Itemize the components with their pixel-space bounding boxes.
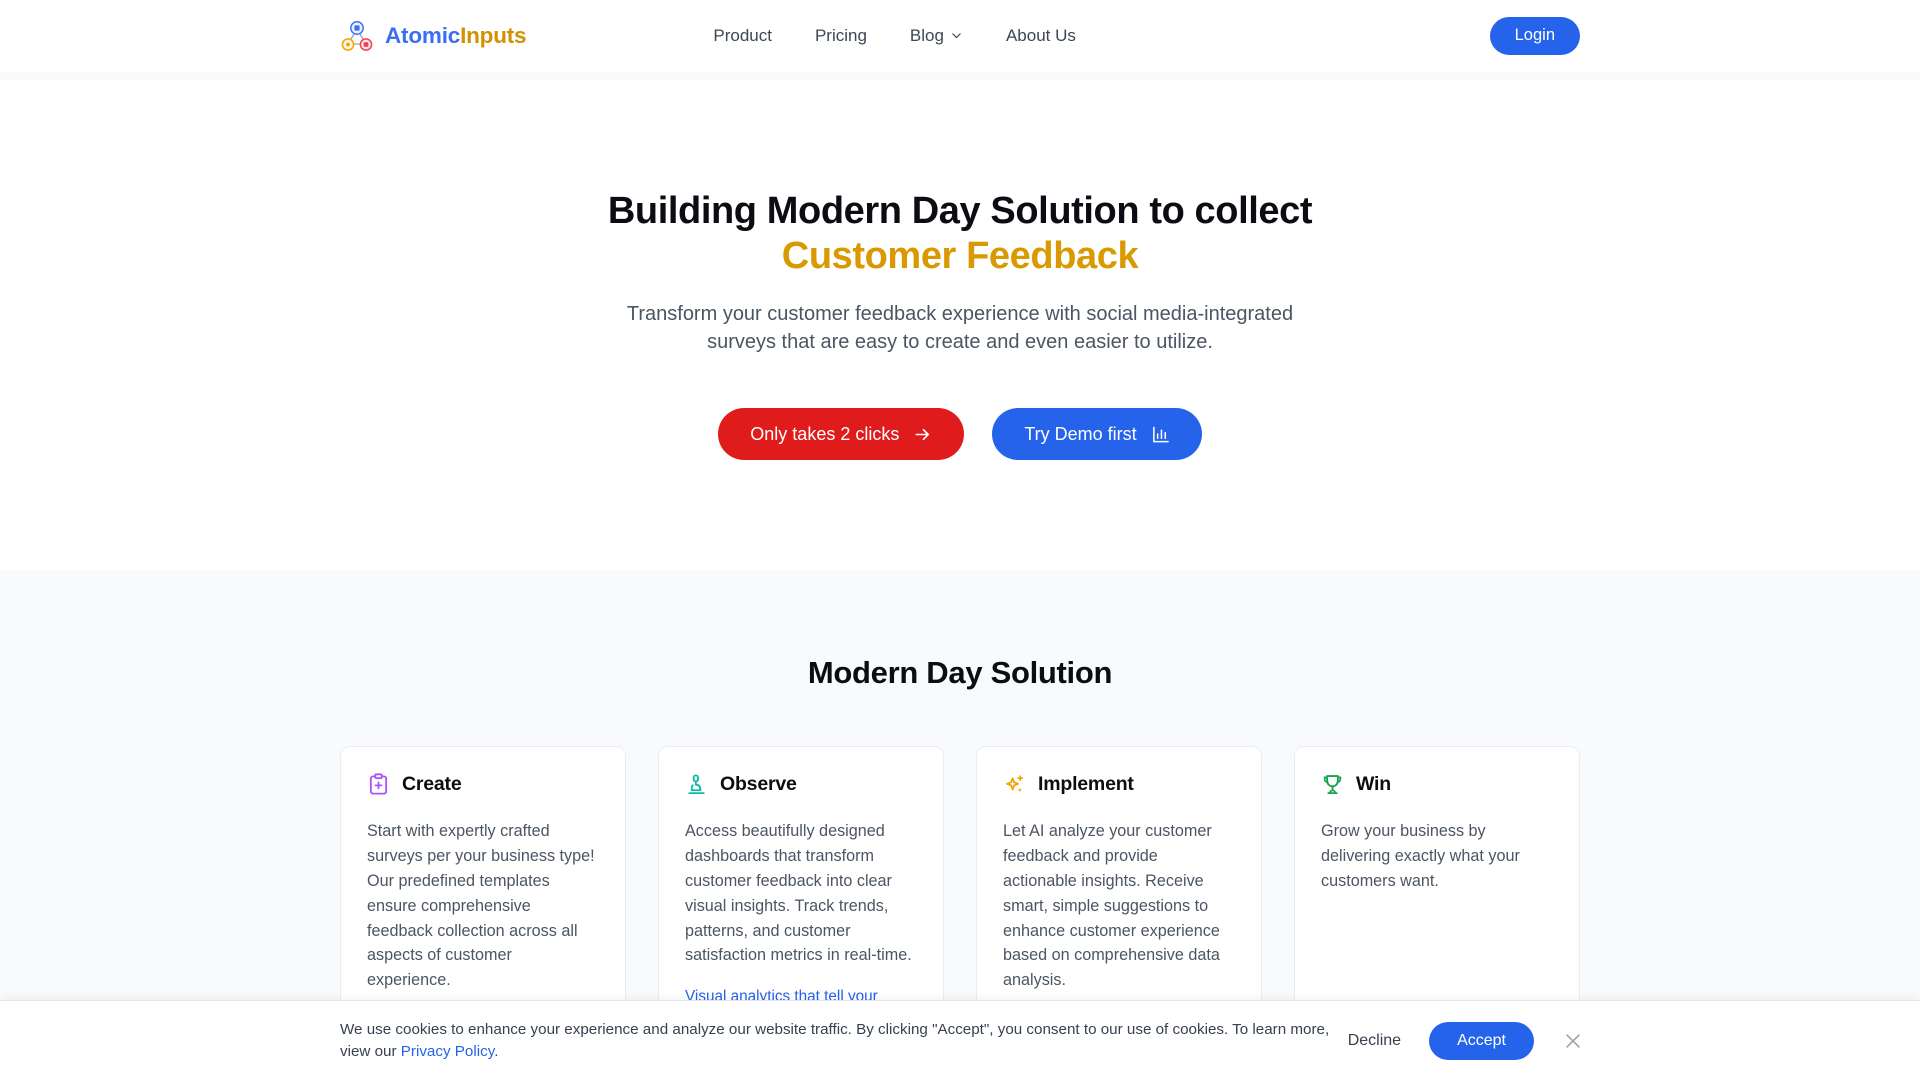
feature-card-implement-title: Implement bbox=[1038, 773, 1134, 796]
cookie-consent-banner: We use cookies to enhance your experienc… bbox=[0, 1000, 1920, 1080]
brand-name: AtomicInputs bbox=[385, 22, 527, 49]
clipboard-plus-icon bbox=[367, 773, 390, 796]
try-demo-first-label: Try Demo first bbox=[1024, 423, 1137, 444]
top-navigation-bar: AtomicInputs Product Pricing Blog About … bbox=[0, 0, 1920, 72]
page-root: AtomicInputs Product Pricing Blog About … bbox=[0, 0, 1920, 1080]
nav-item-blog-label: Blog bbox=[909, 25, 944, 45]
close-icon[interactable] bbox=[1558, 1030, 1580, 1052]
hero-headline-line-1: Building Modern Day Solution to collect bbox=[607, 190, 1313, 232]
nav-item-about-us[interactable]: About Us bbox=[1006, 26, 1076, 46]
hero-cta-row: Only takes 2 clicks Try Demo first bbox=[0, 408, 1920, 461]
features-title: Modern Day Solution bbox=[807, 655, 1113, 691]
brand-name-second: Inputs bbox=[460, 22, 527, 48]
nav-item-pricing[interactable]: Pricing bbox=[815, 26, 867, 46]
feature-card-create-header: Create bbox=[367, 773, 599, 796]
nav-item-about-us-label: About Us bbox=[1005, 25, 1076, 45]
arrow-right-icon bbox=[913, 425, 932, 444]
nav-item-blog[interactable]: Blog bbox=[910, 26, 963, 46]
try-demo-first-button[interactable]: Try Demo first bbox=[992, 408, 1202, 461]
hero-subtext: Transform your customer feedback experie… bbox=[626, 302, 1294, 354]
login-button[interactable]: Login bbox=[1489, 16, 1580, 55]
feature-card-observe-body: Access beautifully designed dashboards t… bbox=[685, 822, 912, 965]
feature-card-implement-header: Implement bbox=[1003, 773, 1235, 796]
nav-links: Product Pricing Blog About Us bbox=[713, 26, 1076, 46]
cookie-text-after-link: . bbox=[494, 1042, 499, 1060]
privacy-policy-link[interactable]: Privacy Policy bbox=[401, 1043, 494, 1060]
sparkles-icon bbox=[1003, 773, 1026, 796]
brand-name-first: Atomic bbox=[385, 22, 461, 48]
trophy-icon bbox=[1321, 773, 1344, 796]
decline-cookies-button[interactable]: Decline bbox=[1340, 1026, 1409, 1056]
atom-logo-icon bbox=[340, 19, 374, 53]
feature-card-implement-body: Let AI analyze your customer feedback an… bbox=[1003, 822, 1220, 990]
bar-chart-icon bbox=[1151, 425, 1170, 444]
cookie-consent-actions: Decline Accept bbox=[1340, 1021, 1580, 1060]
feature-card-observe-title: Observe bbox=[720, 773, 797, 796]
feature-card-win-header: Win bbox=[1321, 773, 1553, 796]
feature-card-observe-header: Observe bbox=[685, 773, 917, 796]
microscope-icon bbox=[685, 773, 708, 796]
feature-card-win-body: Grow your business by delivering exactly… bbox=[1321, 822, 1520, 890]
nav-item-product[interactable]: Product bbox=[713, 26, 772, 46]
feature-card-create-title: Create bbox=[402, 773, 462, 796]
feature-card-create-body: Start with expertly crafted surveys per … bbox=[367, 822, 595, 990]
only-takes-2-clicks-button[interactable]: Only takes 2 clicks bbox=[718, 408, 965, 461]
nav-item-product-label: Product bbox=[713, 25, 772, 45]
cookie-consent-text: We use cookies to enhance your experienc… bbox=[340, 1019, 1340, 1062]
hero-section: Building Modern Day Solution to collect … bbox=[0, 80, 1920, 571]
hero-headline-accent: Customer Feedback bbox=[781, 234, 1139, 277]
accept-cookies-button[interactable]: Accept bbox=[1429, 1021, 1534, 1060]
chevron-down-icon bbox=[950, 29, 963, 42]
only-takes-2-clicks-label: Only takes 2 clicks bbox=[750, 423, 900, 444]
nav-bottom-divider bbox=[0, 72, 1920, 80]
brand-logo[interactable]: AtomicInputs bbox=[340, 19, 527, 53]
hero-headline: Building Modern Day Solution to collect … bbox=[0, 189, 1920, 279]
nav-item-pricing-label: Pricing bbox=[814, 25, 867, 45]
feature-card-win-title: Win bbox=[1356, 773, 1391, 796]
